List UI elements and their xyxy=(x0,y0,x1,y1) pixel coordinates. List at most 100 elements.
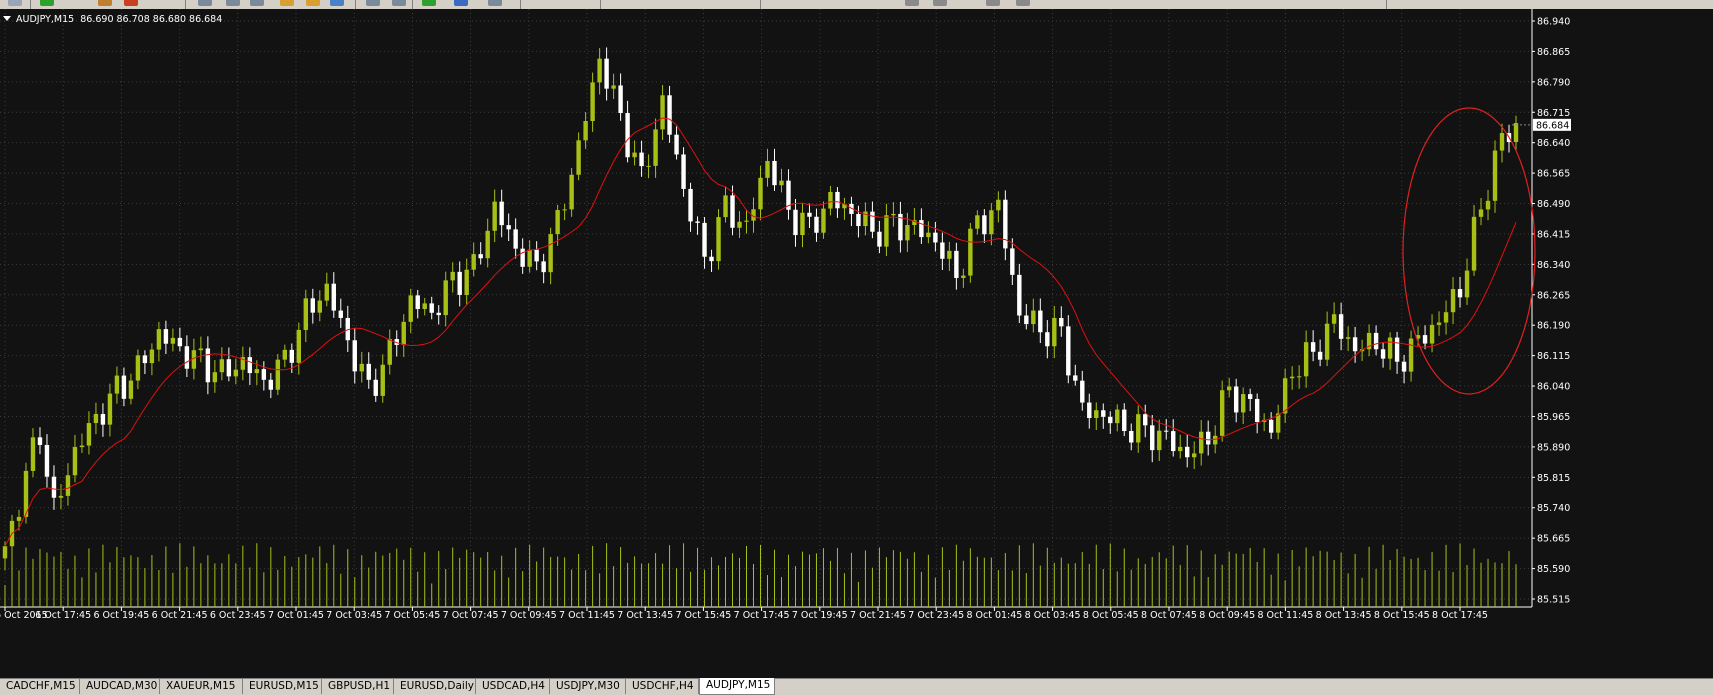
candle-body xyxy=(1282,378,1288,414)
candle-body xyxy=(1059,317,1064,327)
candle-body xyxy=(1101,410,1106,417)
y-tick-label: 86.790 xyxy=(1537,77,1570,88)
arrow-tool-icon[interactable] xyxy=(986,0,1000,6)
x-tick-label: 6 Oct 23:45 xyxy=(210,610,266,621)
candle-body xyxy=(1331,314,1337,324)
indicators-icon[interactable] xyxy=(422,0,436,6)
candle-body xyxy=(1080,380,1085,403)
chart-header: AUDJPY,M15 86.690 86.708 86.680 86.684 xyxy=(3,14,222,25)
x-tick-label: 7 Oct 15:45 xyxy=(675,610,731,621)
candle-body xyxy=(1457,289,1463,298)
candle-body xyxy=(310,298,315,313)
search-icon[interactable] xyxy=(8,0,22,6)
chart-tab[interactable]: USDJPY,M30 xyxy=(550,679,626,694)
chart-tab[interactable]: USDCHF,H4 xyxy=(626,679,699,694)
candle-body xyxy=(674,134,679,155)
candle-body xyxy=(520,248,525,267)
candle-body xyxy=(548,234,553,273)
chart-shift-icon[interactable] xyxy=(392,0,406,6)
candle-body xyxy=(765,160,770,178)
candle-body xyxy=(1206,431,1211,445)
candle-body xyxy=(1485,200,1491,210)
text-tool-icon[interactable] xyxy=(905,0,919,6)
candle-body xyxy=(1401,361,1407,372)
candle-body xyxy=(597,58,602,83)
candle-body xyxy=(1178,446,1183,452)
candle-body xyxy=(1219,390,1225,436)
candle-body xyxy=(947,250,952,259)
candle-body xyxy=(163,329,169,344)
new-order-icon[interactable] xyxy=(40,0,54,6)
candle-body xyxy=(1003,199,1008,249)
candle-body xyxy=(373,379,378,396)
label-tool-icon[interactable] xyxy=(933,0,947,6)
candle-body xyxy=(744,220,749,222)
candle-body xyxy=(583,121,588,141)
candle-body xyxy=(170,337,176,344)
chart-tab[interactable]: AUDCAD,M30 xyxy=(80,679,160,694)
y-tick-label: 86.715 xyxy=(1537,108,1570,119)
candle-body xyxy=(149,349,155,364)
templates-icon[interactable] xyxy=(488,0,502,6)
x-tick-label: 7 Oct 01:45 xyxy=(268,610,324,621)
chart-window[interactable]: 86.940 86.865 86.790 86.715 86.640 86.565 86.4… xyxy=(0,9,1713,678)
candle-body xyxy=(380,364,385,396)
periods-icon[interactable] xyxy=(454,0,468,6)
toolbar-separator xyxy=(30,0,31,9)
chart-menu-triangle-icon[interactable] xyxy=(3,16,11,21)
x-tick-label: 8 Oct 09:45 xyxy=(1199,610,1255,621)
dropdown-icon[interactable] xyxy=(1016,0,1030,6)
candle-body xyxy=(814,216,819,233)
line-chart-icon[interactable] xyxy=(250,0,264,6)
candle-body xyxy=(254,369,260,374)
bar-chart-icon[interactable] xyxy=(198,0,212,6)
candle-body xyxy=(422,303,427,310)
zoom-in-icon[interactable] xyxy=(280,0,294,6)
candle-body xyxy=(513,229,518,249)
x-tick-label: 7 Oct 09:45 xyxy=(501,610,557,621)
candle-body xyxy=(1408,338,1414,372)
candle-body xyxy=(772,160,777,186)
candle-body xyxy=(1429,324,1435,344)
history-icon[interactable] xyxy=(98,0,112,6)
candle-body xyxy=(1513,123,1519,143)
candle-body xyxy=(1185,446,1190,458)
toolbar xyxy=(0,0,1713,9)
chart-tab[interactable]: EURUSD,Daily xyxy=(394,679,476,694)
candle-body xyxy=(1073,375,1078,381)
expert-advisors-icon[interactable] xyxy=(124,0,138,6)
candle-body xyxy=(1024,315,1029,325)
candle-body xyxy=(219,359,225,373)
candle-body xyxy=(65,475,71,496)
chart-tab[interactable]: XAUEUR,M15 xyxy=(160,679,243,694)
y-tick-label: 86.340 xyxy=(1537,260,1570,271)
x-tick-label: 8 Oct 11:45 xyxy=(1257,610,1313,621)
candle-body xyxy=(506,225,511,230)
tile-windows-icon[interactable] xyxy=(330,0,344,6)
chart-tab[interactable]: EURUSD,M15 xyxy=(243,679,322,694)
chart-tab[interactable]: USDCAD,H4 xyxy=(476,679,550,694)
candle-chart-icon[interactable] xyxy=(226,0,240,6)
candle-body xyxy=(37,437,43,445)
candle-body xyxy=(275,359,281,390)
candle-body xyxy=(156,329,162,350)
candle-body xyxy=(793,209,798,236)
candle-body xyxy=(436,312,441,316)
chart-tab[interactable]: GBPUSD,H1 xyxy=(322,679,394,694)
chart-tab-bar: CADCHF,M15 AUDCAD,M30 XAUEUR,M15 EURUSD,M15… xyxy=(0,678,1713,695)
candle-body xyxy=(261,369,267,380)
candle-body xyxy=(919,220,924,238)
x-tick-label: 6 Oct 19:45 xyxy=(93,610,149,621)
candle-body xyxy=(828,191,833,209)
candle-body xyxy=(800,212,805,236)
candle-body xyxy=(933,232,938,243)
candle-body xyxy=(114,375,120,394)
x-tick-label: 7 Oct 23:45 xyxy=(908,610,964,621)
chart-tab[interactable]: CADCHF,M15 xyxy=(0,679,80,694)
autoscroll-icon[interactable] xyxy=(366,0,380,6)
chart-tab[interactable]: AUDJPY,M15 xyxy=(699,678,775,695)
candle-body xyxy=(303,298,309,330)
zoom-out-icon[interactable] xyxy=(306,0,320,6)
price-chart[interactable]: 86.940 86.865 86.790 86.715 86.640 86.565 86.4… xyxy=(0,9,1713,678)
candle-body xyxy=(884,215,889,247)
